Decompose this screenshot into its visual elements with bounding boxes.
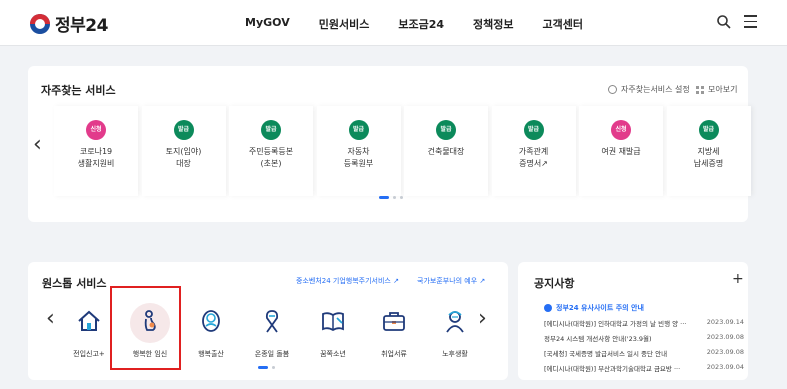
frequent-service-item[interactable]: 발급가족관계 증명서↗ xyxy=(491,106,576,196)
onestop-services-card: 원스톱 서비스 중소벤처24 기업행복주기서비스 ↗ 국가보훈부나의 예우 ↗ … xyxy=(28,262,508,380)
logo-text: 정부24 xyxy=(55,16,108,36)
notice-row-date: 2023.09.04 xyxy=(706,363,744,371)
notice-row-title: [국세청] 국세증명 발급서비스 일시 중단 안내 xyxy=(544,350,668,358)
top-header: 정부24 MyGOV 민원서비스 보조금24 정책정보 고객센터 xyxy=(0,0,787,46)
site-logo[interactable]: 정부24 xyxy=(30,11,108,36)
service-name: 자동차 등록원부 xyxy=(343,147,374,168)
frequent-service-item[interactable]: 발급건축물대장 xyxy=(404,106,488,196)
frequent-service-item[interactable]: 발급주민등록등본 (초본) xyxy=(229,106,313,196)
onestop-service-name: 온종일 돌봄 xyxy=(254,350,290,358)
onestop-service-name: 노후생활 xyxy=(442,350,468,358)
search-icon[interactable] xyxy=(716,14,732,30)
service-name: 코로나19 생활지원비 xyxy=(77,147,115,168)
prev-arrow-icon[interactable]: ‹ xyxy=(33,134,42,156)
main-nav: MyGOV 민원서비스 보조금24 정책정보 고객센터 xyxy=(245,16,612,32)
notice-row[interactable]: [에디시나(대학원)] 부산과학기술대학교 금요방 ··· 2023.09.04 xyxy=(544,363,744,373)
baby-icon xyxy=(202,310,220,332)
onestop-service-item[interactable]: 행복출산 xyxy=(180,298,242,359)
service-name: 가족관계 증명서↗ xyxy=(518,147,549,168)
notice-pinned[interactable]: 정부24 유사사이트 주의 안내 xyxy=(544,303,644,313)
frequent-service-list: 신청 코로나19 생활지원비 발급 토지(임야) 대장 발급 주민등록등본 (초본) 발급 자… xyxy=(54,106,751,196)
service-name: 지방세 납세증명 xyxy=(693,147,724,168)
onestop-service-item[interactable]: 노후생활 xyxy=(424,298,486,359)
service-badge: 신청 xyxy=(611,120,631,140)
ribbon-icon xyxy=(265,310,279,333)
onestop-pagination xyxy=(258,366,279,369)
view-all-link[interactable]: 모아보기 xyxy=(696,84,737,95)
service-badge: 발급 xyxy=(523,120,544,140)
view-all-label: 모아보기 xyxy=(708,85,738,94)
carousel-pagination xyxy=(379,196,407,199)
frequent-services-title: 자주찾는 서비스 xyxy=(41,84,116,97)
pagination-dot[interactable] xyxy=(272,366,275,369)
notice-row-title: [에디시나(대학원)] 인하대학교 가정의 날 빈행 양 ··· xyxy=(544,320,687,328)
service-badge: 발급 xyxy=(436,120,456,140)
elder-icon xyxy=(446,311,464,333)
onestop-service-name: 행복출산 xyxy=(198,350,224,358)
frequent-service-item[interactable]: 발급지방세 납세증명 xyxy=(666,106,751,196)
frequent-services-card: 자주찾는 서비스 자주찾는서비스 설정 모아보기 ‹ › 신청코로나19 생활지… xyxy=(28,66,751,222)
sme24-link[interactable]: 중소벤처24 기업행복주기서비스 ↗ xyxy=(296,276,399,286)
frequent-settings-link[interactable]: 자주찾는서비스 설정 xyxy=(608,84,690,95)
onestop-prev-arrow-icon[interactable]: ‹ xyxy=(46,308,55,330)
pagination-dot[interactable] xyxy=(393,196,396,199)
hamburger-menu-icon[interactable] xyxy=(744,15,758,29)
onestop-service-item[interactable]: 꿈쪽소년 xyxy=(302,298,364,359)
onestop-service-name: 취업서류 xyxy=(381,350,407,358)
service-badge: 발급 xyxy=(261,120,281,140)
nav-policy-info[interactable]: 정책정보 xyxy=(473,16,513,32)
gear-icon xyxy=(608,85,617,94)
service-name: 건축물대장 xyxy=(427,147,465,156)
service-badge: 발급 xyxy=(698,120,719,140)
frequent-service-item[interactable]: 발급자동차 등록원부 xyxy=(316,106,401,196)
pagination-dot-active[interactable] xyxy=(258,366,268,369)
service-badge: 발급 xyxy=(348,120,369,140)
frequent-service-item[interactable]: 발급토지(임야) 대장 xyxy=(141,106,226,196)
notice-row-title: [에디시나(대학원)] 부산과학기술대학교 금요방 ··· xyxy=(544,365,681,373)
onestop-service-item[interactable]: 온종일 돌봄 xyxy=(241,298,303,359)
notice-row[interactable]: [국세청] 국세증명 발급서비스 일시 중단 안내 2023.09.08 xyxy=(544,348,744,358)
nav-subsidy24[interactable]: 보조금24 xyxy=(398,16,444,32)
service-badge: 신청 xyxy=(86,120,106,140)
frequent-service-item[interactable]: 신청여권 재발급 xyxy=(579,106,663,196)
notice-title: 공지사항 xyxy=(534,277,575,290)
nav-customer-center[interactable]: 고객센터 xyxy=(542,16,582,32)
notice-row-date: 2023.09.14 xyxy=(706,318,744,326)
pagination-dot-active[interactable] xyxy=(379,196,389,199)
notice-pinned-text: 정부24 유사사이트 주의 안내 xyxy=(556,304,644,312)
frequent-settings-label: 자주찾는서비스 설정 xyxy=(621,85,690,94)
book-icon xyxy=(322,312,344,332)
pagination-dot[interactable] xyxy=(400,196,403,199)
frequent-service-item[interactable]: 신청코로나19 생활지원비 xyxy=(54,106,138,196)
service-badge: 발급 xyxy=(173,120,194,140)
service-name: 주민등록등본 (초본) xyxy=(248,147,294,168)
service-name: 여권 재발급 xyxy=(601,147,641,156)
notice-card: 공지사항 + 정부24 유사사이트 주의 안내 [에디시나(대학원)] 인하대학… xyxy=(518,262,748,380)
megaphone-icon xyxy=(544,304,552,312)
nav-mygov[interactable]: MyGOV xyxy=(245,16,290,32)
notice-row[interactable]: [에디시나(대학원)] 인하대학교 가정의 날 빈행 양 ··· 2023.09… xyxy=(544,318,744,328)
notice-row-date: 2023.09.08 xyxy=(706,348,744,356)
nav-civil-service[interactable]: 민원서비스 xyxy=(319,16,370,32)
veterans-link[interactable]: 국가보훈부나의 예우 ↗ xyxy=(417,276,485,286)
briefcase-icon xyxy=(383,312,405,331)
grid-icon xyxy=(696,85,704,94)
notice-row[interactable]: 정부24 시스템 개선사항 안내('23.9월) 2023.09.08 xyxy=(544,333,744,343)
house-icon xyxy=(78,310,100,331)
service-name: 토지(임야) 대장 xyxy=(165,147,202,168)
highlight-box xyxy=(110,286,181,370)
notice-row-title: 정부24 시스템 개선사항 안내('23.9월) xyxy=(544,335,652,343)
onestop-service-item[interactable]: 취업서류 xyxy=(363,298,425,359)
taegeuk-logo-icon xyxy=(30,13,50,34)
notice-more-plus-icon[interactable]: + xyxy=(732,271,744,287)
notice-row-date: 2023.09.08 xyxy=(706,333,744,341)
onestop-service-name: 꿈쪽소년 xyxy=(320,350,346,358)
